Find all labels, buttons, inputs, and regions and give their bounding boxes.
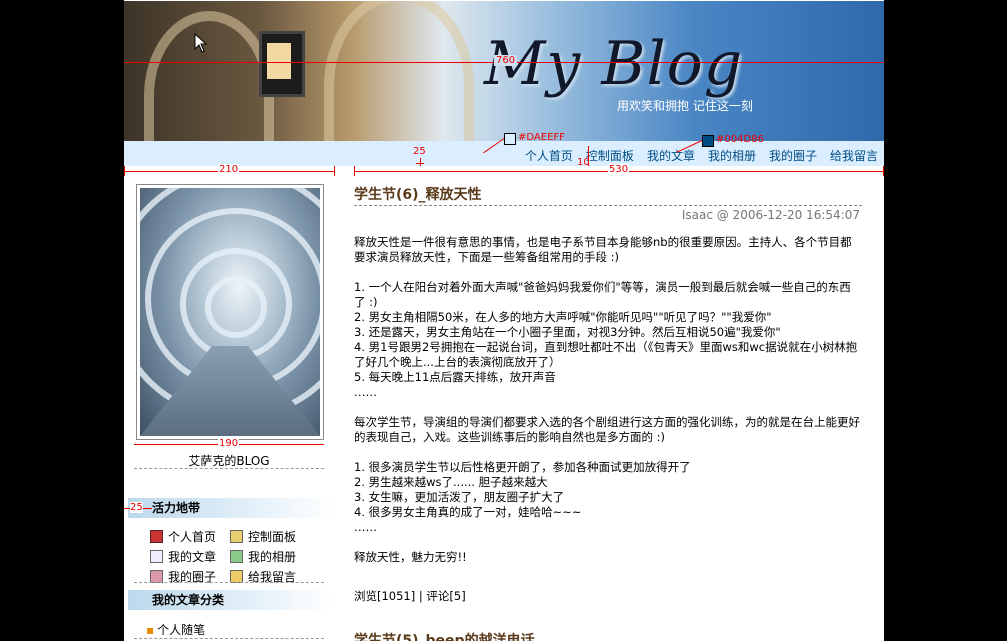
- slogan: 用欢笑和拥抱 记住这一刻: [617, 99, 753, 113]
- measure-tick: [420, 158, 421, 166]
- post-paragraph: [354, 535, 862, 550]
- category-label: 个人随笔: [157, 623, 206, 637]
- divider: [134, 582, 324, 583]
- color-swatch-link: [702, 135, 714, 147]
- nav-home[interactable]: 个人首页: [525, 147, 573, 164]
- measure-label-190: 190: [218, 438, 240, 449]
- profile-photo[interactable]: [140, 188, 320, 436]
- measure-label-760: 760: [494, 55, 518, 66]
- section-title: 我的文章分类: [152, 593, 225, 607]
- measure-tick: [334, 166, 335, 176]
- post-stats[interactable]: 浏览[1051] | 评论[5]: [354, 588, 466, 604]
- quick-links: 个人首页 控制面板 我的文章 我的相册 我的圈子 给我留言: [150, 528, 320, 585]
- post-paragraph: [354, 400, 862, 415]
- link-control-panel[interactable]: 控制面板: [230, 528, 320, 545]
- profile-photo-frame: [136, 184, 324, 440]
- album-icon: [230, 550, 243, 563]
- nav-articles[interactable]: 我的文章: [647, 147, 695, 164]
- nav-links: 个人首页 控制面板 我的文章 我的相册 我的圈子 给我留言: [512, 147, 878, 164]
- nav-control-panel[interactable]: 控制面板: [586, 147, 634, 164]
- home-icon: [150, 530, 163, 543]
- post-paragraph: ……: [354, 385, 377, 399]
- bullet-icon: ▪: [146, 623, 155, 637]
- color-swatch-bar: [504, 133, 516, 145]
- color-label-link: #004D86: [716, 134, 764, 145]
- nav-guestbook[interactable]: 给我留言: [830, 147, 878, 164]
- post-paragraph: ……: [354, 520, 377, 534]
- link-articles[interactable]: 我的文章: [150, 548, 230, 565]
- header-banner: My Blog 用欢笑和拥抱 记住这一刻: [124, 1, 884, 141]
- nav-album[interactable]: 我的相册: [708, 147, 756, 164]
- measure-tick: [588, 146, 589, 166]
- blog-name: 艾萨克的BLOG: [188, 454, 270, 468]
- post-paragraph: [354, 265, 862, 280]
- link-album[interactable]: 我的相册: [230, 548, 320, 565]
- category-item[interactable]: ▪ 个人随笔: [146, 621, 205, 638]
- color-label-bar: #DAEEFF: [518, 132, 565, 143]
- post-paragraph: 1. 很多演员学生节以后性格更开朗了，参加各种面试更加放得开了: [354, 460, 691, 474]
- post-meta: Isaac @ 2006-12-20 16:54:07: [681, 208, 860, 222]
- post-paragraph: 5. 每天晚上11点后露天排练，放开声音: [354, 370, 556, 384]
- control-panel-icon: [230, 530, 243, 543]
- section-head-vitality: 活力地带: [128, 498, 333, 518]
- post-paragraph: 每次学生节，导演组的导演们都要求入选的各个剧组进行这方面的强化训练，为的就是在台…: [354, 415, 860, 444]
- post-paragraph: 1. 一个人在阳台对着外面大声喊"爸爸妈妈我爱你们"等等，演员一般到最后就会喊一…: [354, 280, 851, 309]
- post-body: 释放天性是一件很有意思的事情，也是电子系节目本身能够nb的很重要原因。主持人、各…: [354, 235, 862, 565]
- link-label: 我的文章: [168, 550, 217, 564]
- link-home[interactable]: 个人首页: [150, 528, 230, 545]
- measure-label-25: 25: [130, 502, 143, 513]
- post-paragraph: 3. 女生嘛，更加活泼了，朋友圈子扩大了: [354, 490, 565, 504]
- measure-label-25: 25: [413, 146, 426, 157]
- post-paragraph: 释放天性，魅力无穷!!: [354, 550, 467, 564]
- arch-decoration: [324, 1, 474, 141]
- sidebar: 190 艾萨克的BLOG 活力地带 25 个人首页 控制面板 我的文章 我的相册…: [124, 172, 334, 641]
- post-paragraph: 4. 男1号跟男2号拥抱在一起说台词，直到想吐都吐不出（《包青天》里面ws和wc…: [354, 340, 858, 369]
- post-paragraph: 2. 男女主角相隔50米，在人多的地方大声呼喊"你能听见吗""听见了吗？""我爱…: [354, 310, 772, 324]
- divider: [134, 468, 324, 469]
- post-paragraph: 4. 很多男女主角真的成了一对，娃哈哈~~~: [354, 505, 582, 519]
- nav-groups[interactable]: 我的圈子: [769, 147, 817, 164]
- lamp-light: [267, 43, 291, 79]
- post-paragraph: 2. 男生越来越ws了...... 胆子越来越大: [354, 475, 548, 489]
- article-icon: [150, 550, 163, 563]
- post-paragraph: [354, 445, 862, 460]
- measure-tick: [883, 166, 884, 176]
- link-label: 个人首页: [168, 530, 217, 544]
- section-head-categories: 我的文章分类: [128, 590, 333, 610]
- mouse-cursor-icon: [194, 33, 208, 53]
- link-label: 控制面板: [248, 530, 297, 544]
- tunnel-ring: [205, 276, 267, 338]
- main-content: 学生节(6)_释放天性 Isaac @ 2006-12-20 16:54:07 …: [354, 172, 864, 641]
- next-post-title[interactable]: 学生节(5)_beep的越洋电话: [354, 630, 535, 641]
- page-container: My Blog 用欢笑和拥抱 记住这一刻 个人首页 控制面板 我的文章 我的相册…: [124, 0, 884, 641]
- link-label: 我的相册: [248, 550, 297, 564]
- logo-title[interactable]: My Blog: [484, 29, 743, 99]
- post-paragraph: 3. 还是露天，男女主角站在一个小圈子里面，对视3分钟。然后互相说50遍"我爱你…: [354, 325, 781, 339]
- title-divider: [354, 205, 862, 206]
- divider: [134, 638, 324, 639]
- arch-decoration: [144, 11, 274, 141]
- post-title[interactable]: 学生节(6)_释放天性: [354, 184, 482, 204]
- post-paragraph: 释放天性是一件很有意思的事情，也是电子系节目本身能够nb的很重要原因。主持人、各…: [354, 235, 852, 264]
